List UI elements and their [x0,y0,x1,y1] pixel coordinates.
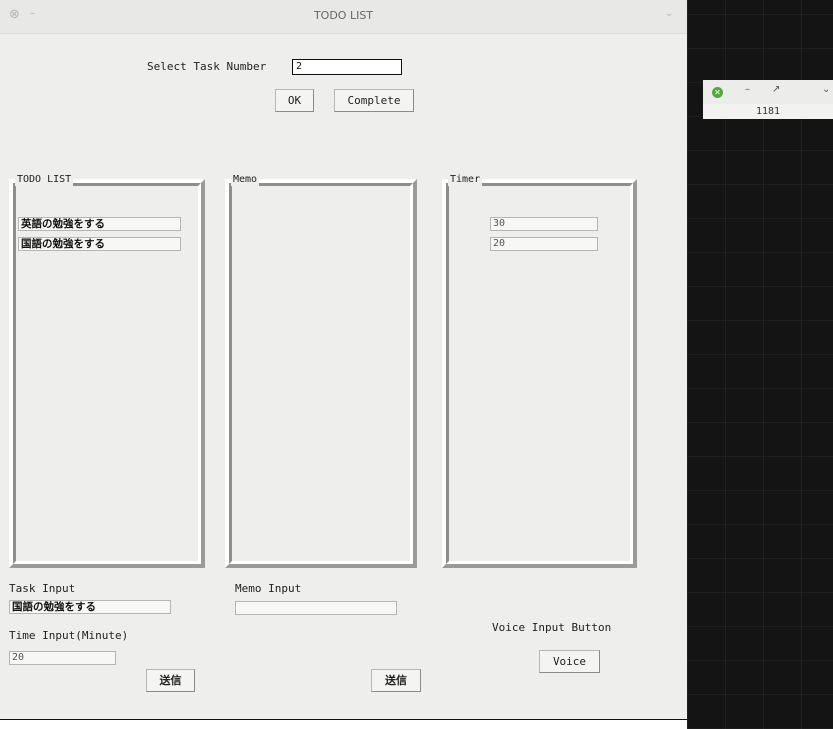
send-memo-button[interactable]: 送信 [371,669,421,692]
timer-panel-title: Timer [448,174,483,186]
task-input-label: Task Input [9,582,76,595]
todo-list-title: TODO LIST [15,174,74,186]
chevron-down-icon[interactable]: ⌄ [665,8,673,19]
time-input[interactable]: 20 [9,651,116,665]
voice-button[interactable]: Voice [539,650,600,673]
select-task-label: Select Task Number [147,60,267,73]
restore-icon[interactable]: ↗ [772,84,780,95]
memo-panel: Memo [225,174,417,568]
chevron-down-icon[interactable]: ⌄ [822,84,830,95]
complete-button[interactable]: Complete [334,89,414,112]
close-icon[interactable]: ✕ [712,87,723,98]
memo-input[interactable] [235,601,397,615]
window-title: TODO LIST [313,9,374,22]
memo-input-label: Memo Input [235,582,302,595]
time-input-label: Time Input(Minute) [9,629,129,642]
timer-item[interactable]: 30 [490,217,598,231]
minimize-icon[interactable]: – [745,84,750,95]
send-task-button[interactable]: 送信 [146,669,195,692]
window-titlebar[interactable]: ⊗ – TODO LIST ⌄ [0,0,687,34]
task-input[interactable]: 国語の勉強をする [9,600,171,614]
todo-list-item[interactable]: 国語の勉強をする [18,237,181,251]
todo-window: ⊗ – TODO LIST ⌄ Select Task Number 2 OK … [0,0,687,720]
memo-panel-title: Memo [231,174,260,186]
todo-list-item[interactable]: 英語の勉強をする [18,217,181,231]
timer-item[interactable]: 20 [490,237,598,251]
mini-window-value: 1181 [755,106,781,117]
mini-window: ✕ – ↗ ⌄ 1181 [703,80,833,119]
voice-input-label: Voice Input Button [492,621,612,634]
ok-button[interactable]: OK [275,89,314,112]
select-task-input[interactable]: 2 [292,59,402,75]
mini-window-titlebar[interactable]: ✕ – ↗ ⌄ [703,80,833,104]
